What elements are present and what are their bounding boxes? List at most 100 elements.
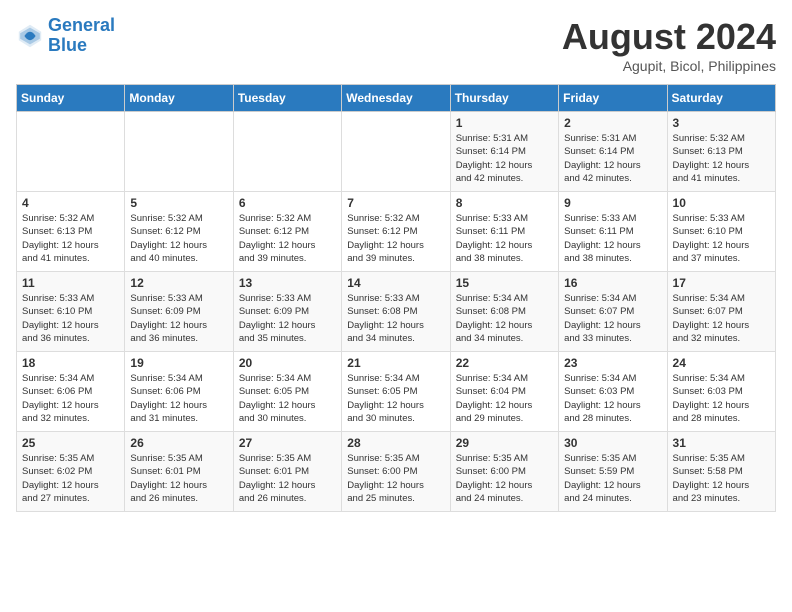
calendar-cell: 16Sunrise: 5:34 AM Sunset: 6:07 PM Dayli… xyxy=(559,272,667,352)
calendar-cell: 26 Sunrise: 5:35 AM Sunset: 6:01 PM Dayli… xyxy=(125,432,233,512)
day-number: 15 xyxy=(456,276,553,290)
day-number: 17 xyxy=(673,276,770,290)
calendar-cell: 14 Sunrise: 5:33 AM Sunset: 6:08 PM Dayli… xyxy=(342,272,450,352)
day-info: Sunrise: 5:34 AM Sunset: 6:03 PM Dayligh… xyxy=(564,372,661,425)
day-number: 14 xyxy=(347,276,444,290)
day-info: Sunrise: 5:33 AM Sunset: 6:09 PM Dayligh… xyxy=(239,292,336,345)
weekday-header-friday: Friday xyxy=(559,85,667,112)
calendar-cell: 27Sunrise: 5:35 AM Sunset: 6:01 PM Dayli… xyxy=(233,432,341,512)
day-number: 1 xyxy=(456,116,553,130)
day-info: Sunrise: 5:32 AM Sunset: 6:13 PM Dayligh… xyxy=(22,212,119,265)
day-info: Sunrise: 5:32 AM Sunset: 6:12 PM Dayligh… xyxy=(239,212,336,265)
day-info: Sunrise: 5:33 AM Sunset: 6:11 PM Dayligh… xyxy=(564,212,661,265)
calendar-table: SundayMondayTuesdayWednesdayThursdayFrid… xyxy=(16,84,776,512)
day-info: Sunrise: 5:32 AM Sunset: 6:12 PM Dayligh… xyxy=(347,212,444,265)
logo-line1: General xyxy=(48,15,115,35)
day-info: Sunrise: 5:33 AM Sunset: 6:10 PM Dayligh… xyxy=(673,212,770,265)
calendar-cell: 28 Sunrise: 5:35 AM Sunset: 6:00 PM Dayli… xyxy=(342,432,450,512)
day-number: 23 xyxy=(564,356,661,370)
day-info: Sunrise: 5:32 AM Sunset: 6:12 PM Dayligh… xyxy=(130,212,227,265)
weekday-header-thursday: Thursday xyxy=(450,85,558,112)
day-number: 2 xyxy=(564,116,661,130)
logo: General Blue xyxy=(16,16,115,56)
calendar-cell: 18 Sunrise: 5:34 AM Sunset: 6:06 PM Dayli… xyxy=(17,352,125,432)
day-info: Sunrise: 5:34 AM Sunset: 6:07 PM Dayligh… xyxy=(564,292,661,345)
day-number: 20 xyxy=(239,356,336,370)
day-info: Sunrise: 5:33 AM Sunset: 6:10 PM Dayligh… xyxy=(22,292,119,345)
calendar-cell: 11 Sunrise: 5:33 AM Sunset: 6:10 PM Dayli… xyxy=(17,272,125,352)
calendar-cell: 13 Sunrise: 5:33 AM Sunset: 6:09 PM Dayli… xyxy=(233,272,341,352)
calendar-cell: 21 Sunrise: 5:34 AM Sunset: 6:05 PM Dayli… xyxy=(342,352,450,432)
day-info: Sunrise: 5:34 AM Sunset: 6:08 PM Dayligh… xyxy=(456,292,553,345)
calendar-cell xyxy=(17,112,125,192)
day-info: Sunrise: 5:35 AM Sunset: 6:00 PM Dayligh… xyxy=(347,452,444,505)
calendar-cell: 9 Sunrise: 5:33 AM Sunset: 6:11 PM Daylig… xyxy=(559,192,667,272)
day-number: 3 xyxy=(673,116,770,130)
day-info: Sunrise: 5:35 AM Sunset: 6:00 PM Dayligh… xyxy=(456,452,553,505)
day-number: 7 xyxy=(347,196,444,210)
day-info: Sunrise: 5:35 AM Sunset: 6:01 PM Dayligh… xyxy=(130,452,227,505)
day-number: 11 xyxy=(22,276,119,290)
day-number: 18 xyxy=(22,356,119,370)
calendar-cell: 23 Sunrise: 5:34 AM Sunset: 6:03 PM Dayli… xyxy=(559,352,667,432)
day-number: 21 xyxy=(347,356,444,370)
day-number: 10 xyxy=(673,196,770,210)
day-info: Sunrise: 5:34 AM Sunset: 6:04 PM Dayligh… xyxy=(456,372,553,425)
day-number: 22 xyxy=(456,356,553,370)
day-number: 6 xyxy=(239,196,336,210)
weekday-header-tuesday: Tuesday xyxy=(233,85,341,112)
title-block: August 2024 Agupit, Bicol, Philippines xyxy=(562,16,776,74)
calendar-cell: 20 Sunrise: 5:34 AM Sunset: 6:05 PM Dayli… xyxy=(233,352,341,432)
day-number: 31 xyxy=(673,436,770,450)
calendar-cell: 2 Sunrise: 5:31 AM Sunset: 6:14 PM Daylig… xyxy=(559,112,667,192)
day-info: Sunrise: 5:32 AM Sunset: 6:13 PM Dayligh… xyxy=(673,132,770,185)
day-number: 5 xyxy=(130,196,227,210)
day-number: 30 xyxy=(564,436,661,450)
day-number: 28 xyxy=(347,436,444,450)
calendar-cell: 10 Sunrise: 5:33 AM Sunset: 6:10 PM Dayli… xyxy=(667,192,775,272)
calendar-cell: 8 Sunrise: 5:33 AM Sunset: 6:11 PM Daylig… xyxy=(450,192,558,272)
week-row-4: 18 Sunrise: 5:34 AM Sunset: 6:06 PM Dayli… xyxy=(17,352,776,432)
day-info: Sunrise: 5:33 AM Sunset: 6:11 PM Dayligh… xyxy=(456,212,553,265)
day-info: Sunrise: 5:34 AM Sunset: 6:05 PM Dayligh… xyxy=(347,372,444,425)
day-info: Sunrise: 5:34 AM Sunset: 6:05 PM Dayligh… xyxy=(239,372,336,425)
weekday-header-saturday: Saturday xyxy=(667,85,775,112)
day-info: Sunrise: 5:34 AM Sunset: 6:03 PM Dayligh… xyxy=(673,372,770,425)
calendar-cell: 12Sunrise: 5:33 AM Sunset: 6:09 PM Dayli… xyxy=(125,272,233,352)
week-row-2: 4 Sunrise: 5:32 AM Sunset: 6:13 PM Daylig… xyxy=(17,192,776,272)
day-number: 26 xyxy=(130,436,227,450)
calendar-cell: 5 Sunrise: 5:32 AM Sunset: 6:12 PM Daylig… xyxy=(125,192,233,272)
weekday-header-wednesday: Wednesday xyxy=(342,85,450,112)
day-info: Sunrise: 5:35 AM Sunset: 5:59 PM Dayligh… xyxy=(564,452,661,505)
day-info: Sunrise: 5:31 AM Sunset: 6:14 PM Dayligh… xyxy=(456,132,553,185)
day-info: Sunrise: 5:35 AM Sunset: 5:58 PM Dayligh… xyxy=(673,452,770,505)
day-number: 13 xyxy=(239,276,336,290)
calendar-cell: 1 Sunrise: 5:31 AM Sunset: 6:14 PM Daylig… xyxy=(450,112,558,192)
day-info: Sunrise: 5:34 AM Sunset: 6:06 PM Dayligh… xyxy=(130,372,227,425)
logo-text: General Blue xyxy=(48,16,115,56)
day-info: Sunrise: 5:33 AM Sunset: 6:08 PM Dayligh… xyxy=(347,292,444,345)
calendar-cell xyxy=(233,112,341,192)
calendar-cell: 31 Sunrise: 5:35 AM Sunset: 5:58 PM Dayli… xyxy=(667,432,775,512)
calendar-cell xyxy=(125,112,233,192)
location-subtitle: Agupit, Bicol, Philippines xyxy=(562,58,776,74)
day-number: 25 xyxy=(22,436,119,450)
day-number: 9 xyxy=(564,196,661,210)
month-title: August 2024 xyxy=(562,16,776,58)
calendar-cell: 19 Sunrise: 5:34 AM Sunset: 6:06 PM Dayli… xyxy=(125,352,233,432)
calendar-cell: 7 Sunrise: 5:32 AM Sunset: 6:12 PM Daylig… xyxy=(342,192,450,272)
calendar-header: SundayMondayTuesdayWednesdayThursdayFrid… xyxy=(17,85,776,112)
day-number: 24 xyxy=(673,356,770,370)
day-info: Sunrise: 5:34 AM Sunset: 6:07 PM Dayligh… xyxy=(673,292,770,345)
day-number: 8 xyxy=(456,196,553,210)
day-info: Sunrise: 5:31 AM Sunset: 6:14 PM Dayligh… xyxy=(564,132,661,185)
calendar-cell: 4 Sunrise: 5:32 AM Sunset: 6:13 PM Daylig… xyxy=(17,192,125,272)
week-row-3: 11 Sunrise: 5:33 AM Sunset: 6:10 PM Dayli… xyxy=(17,272,776,352)
calendar-body: 1 Sunrise: 5:31 AM Sunset: 6:14 PM Daylig… xyxy=(17,112,776,512)
day-info: Sunrise: 5:34 AM Sunset: 6:06 PM Dayligh… xyxy=(22,372,119,425)
day-number: 19 xyxy=(130,356,227,370)
weekday-header-monday: Monday xyxy=(125,85,233,112)
day-number: 4 xyxy=(22,196,119,210)
calendar-cell: 22 Sunrise: 5:34 AM Sunset: 6:04 PM Dayli… xyxy=(450,352,558,432)
calendar-cell xyxy=(342,112,450,192)
